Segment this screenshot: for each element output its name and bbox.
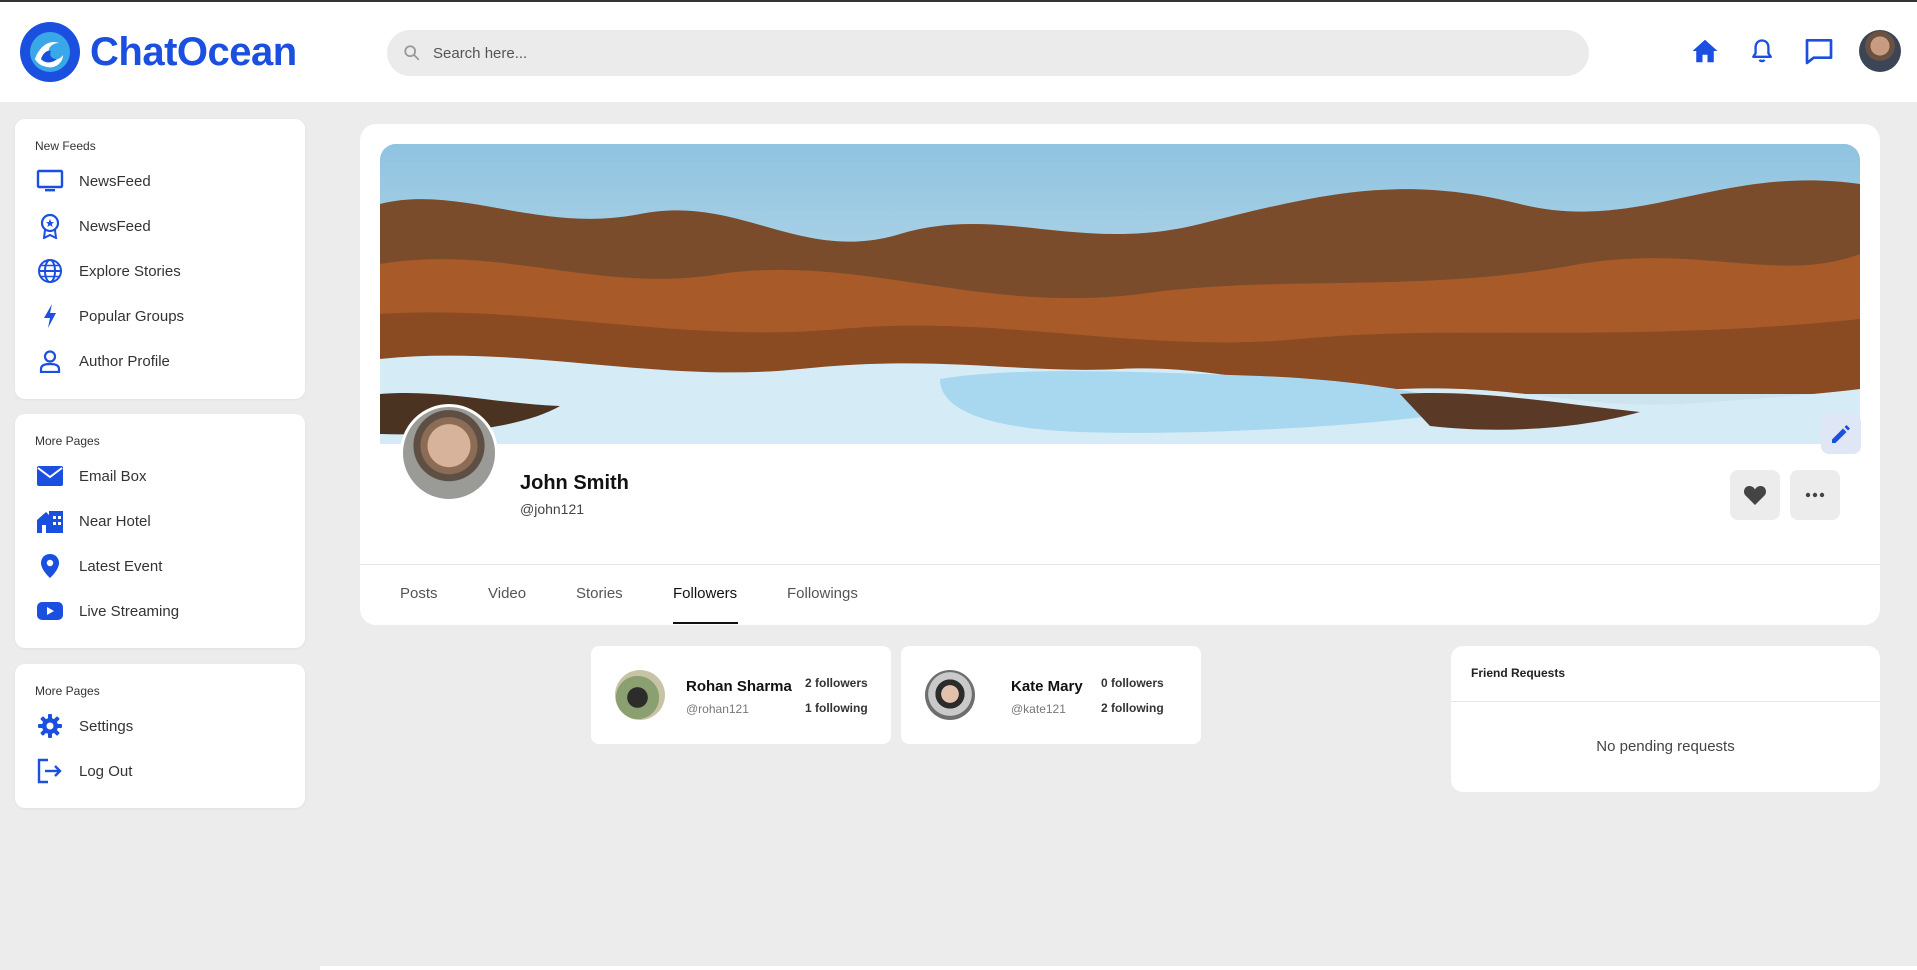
sidebar-item-label: Explore Stories xyxy=(79,262,181,280)
sidebar-item-author-profile[interactable]: Author Profile xyxy=(35,346,170,376)
home-icon[interactable] xyxy=(1685,31,1725,71)
sidebar-item-label: Settings xyxy=(79,717,134,735)
sidebar-item-live-streaming[interactable]: Live Streaming xyxy=(35,596,179,626)
sidebar-item-latest-event[interactable]: Latest Event xyxy=(35,551,162,581)
follower-handle: @rohan121 xyxy=(686,702,749,716)
sidebar-section-title: More Pages xyxy=(35,434,100,448)
sidebar-item-label: Live Streaming xyxy=(79,602,180,620)
tabs-divider xyxy=(360,564,1880,565)
wave-logo-icon xyxy=(20,22,80,82)
app-name: ChatOcean xyxy=(90,29,297,74)
sidebar-item-settings[interactable]: Settings xyxy=(35,711,133,741)
search-input[interactable] xyxy=(433,44,1533,62)
friend-requests-empty: No pending requests xyxy=(1596,738,1735,755)
sidebar-section-account: More Pages Settings Log Out xyxy=(15,664,305,808)
mail-icon xyxy=(35,461,65,491)
user-avatar[interactable] xyxy=(1859,30,1901,72)
tab-followers[interactable]: Followers xyxy=(673,585,737,602)
search-icon xyxy=(404,45,420,61)
badge-icon xyxy=(35,211,65,241)
sidebar-item-label: Author Profile xyxy=(79,352,170,370)
location-pin-icon xyxy=(35,551,65,581)
chat-icon[interactable] xyxy=(1799,31,1839,71)
follower-card[interactable]: Rohan Sharma @rohan121 2 followers 1 fol… xyxy=(591,646,891,744)
sidebar-item-label: NewsFeed xyxy=(79,172,151,190)
pencil-icon xyxy=(1832,425,1850,443)
sidebar-item-email-box[interactable]: Email Box xyxy=(35,461,147,491)
follower-avatar[interactable] xyxy=(615,670,665,720)
lightning-icon xyxy=(35,301,65,331)
sidebar-section-new-feeds: New Feeds NewsFeed NewsFeed Explore Stor… xyxy=(15,119,305,399)
ellipsis-icon xyxy=(1805,492,1825,498)
top-header: ChatOcean xyxy=(0,2,1917,102)
follower-avatar[interactable] xyxy=(925,670,975,720)
sidebar-item-explore-stories[interactable]: Explore Stories xyxy=(35,256,181,286)
tab-followings[interactable]: Followings xyxy=(787,585,858,602)
user-icon xyxy=(35,346,65,376)
active-tab-indicator xyxy=(673,622,738,624)
sidebar-item-label: Near Hotel xyxy=(79,512,151,530)
profile-avatar[interactable] xyxy=(400,404,498,502)
youtube-icon xyxy=(35,596,65,626)
like-button[interactable] xyxy=(1730,470,1780,520)
profile-handle: @john121 xyxy=(520,501,585,517)
sidebar-section-title: More Pages xyxy=(35,684,100,698)
monitor-icon xyxy=(35,166,65,196)
sidebar-item-popular-groups[interactable]: Popular Groups xyxy=(35,301,184,331)
follower-followers-count: 2 followers xyxy=(805,676,868,690)
logout-icon xyxy=(35,756,65,786)
sidebar-item-newsfeed-badge[interactable]: NewsFeed xyxy=(35,211,151,241)
follower-name[interactable]: Kate Mary xyxy=(1011,678,1083,695)
sidebar-section-title: New Feeds xyxy=(35,139,96,153)
sidebar-item-label: Latest Event xyxy=(79,557,163,575)
hotel-icon xyxy=(35,506,65,536)
globe-icon xyxy=(35,256,65,286)
sidebar-item-label: Email Box xyxy=(79,467,147,485)
sidebar-item-label: Popular Groups xyxy=(79,307,185,325)
sidebar-item-newsfeed[interactable]: NewsFeed xyxy=(35,166,151,196)
sidebar-item-log-out[interactable]: Log Out xyxy=(35,756,132,786)
profile-card: John Smith @john121 Posts Video Stories … xyxy=(360,124,1880,625)
heart-icon xyxy=(1743,486,1767,505)
profile-name: John Smith xyxy=(520,472,629,494)
search-bar[interactable] xyxy=(387,30,1589,76)
tab-posts[interactable]: Posts xyxy=(400,585,438,602)
app-logo[interactable]: ChatOcean xyxy=(20,22,297,82)
follower-following-count: 1 following xyxy=(805,701,868,715)
bottom-bar xyxy=(320,966,1917,970)
cover-photo xyxy=(380,144,1860,444)
friend-requests-divider xyxy=(1451,701,1880,702)
edit-cover-button[interactable] xyxy=(1821,414,1861,454)
follower-handle: @kate121 xyxy=(1011,702,1066,716)
tab-video[interactable]: Video xyxy=(488,585,526,602)
gear-icon xyxy=(35,711,65,741)
tab-stories[interactable]: Stories xyxy=(576,585,623,602)
follower-following-count: 2 following xyxy=(1101,701,1164,715)
bell-icon[interactable] xyxy=(1742,31,1782,71)
friend-requests-title: Friend Requests xyxy=(1471,666,1566,680)
follower-name[interactable]: Rohan Sharma xyxy=(686,678,792,695)
follower-card[interactable]: Kate Mary @kate121 0 followers 2 followi… xyxy=(901,646,1201,744)
more-options-button[interactable] xyxy=(1790,470,1840,520)
friend-requests-card: Friend Requests No pending requests xyxy=(1451,646,1880,792)
sidebar-item-label: NewsFeed xyxy=(79,217,151,235)
sidebar-section-more-pages: More Pages Email Box Near Hotel Latest E… xyxy=(15,414,305,648)
sidebar-item-near-hotel[interactable]: Near Hotel xyxy=(35,506,151,536)
sidebar-item-label: Log Out xyxy=(79,762,133,780)
follower-followers-count: 0 followers xyxy=(1101,676,1164,690)
